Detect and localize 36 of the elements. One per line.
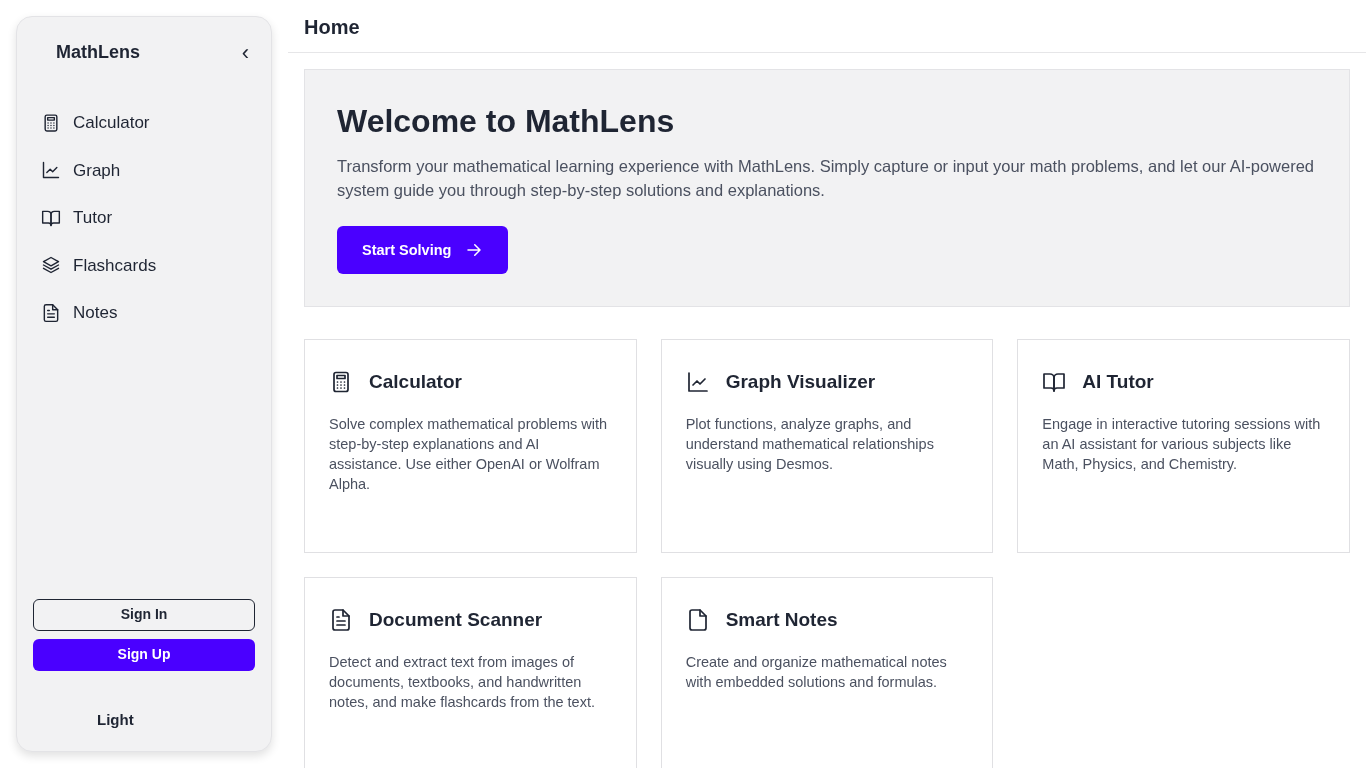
card-description: Engage in interactive tutoring sessions with an AI assistant for various subjects like Math, Physics, and Chemistry. [1042,415,1322,475]
feature-card[interactable]: AI Tutor Engage in interactive tutoring sessions with an AI assistant for various subjects like Math, Physics, and Chemistry. [1017,339,1350,554]
feature-card[interactable]: Graph Visualizer Plot functions, analyze graphs, and understand mathematical relationships visually using Desmos. [660,339,994,554]
sign-up-button[interactable]: Sign Up [33,638,255,671]
chart-icon [41,160,61,181]
sidebar-item[interactable]: Tutor [41,205,255,231]
theme-toggle[interactable]: Light [97,708,134,731]
feature-card[interactable]: Document Scanner Detect and extract text from images of documents, textbooks, and handwritten notes, and make flashcards from the text. [304,577,637,768]
collapse-button[interactable]: ‹ [235,41,255,64]
sign-in-button[interactable]: Sign In [33,598,255,631]
card-title: Graph Visualizer [725,371,876,394]
card-title: AI Tutor [1082,371,1154,394]
book-icon [1042,370,1067,395]
hero-text: Transform your mathematical learning experience with MathLens. Simply capture or input your math problems, and let our AI-powered system guide you through step-by-step solutions and explanations. [337,156,1316,202]
sidebar-item[interactable]: Notes [41,300,255,326]
card-title: Document Scanner [369,609,543,632]
brand-title: MathLens [56,41,140,64]
feature-card[interactable]: Calculator Solve complex mathematical problems with step-by-step explanations and AI assistance. Use either OpenAI or Wolfram Alpha. [304,339,637,554]
page-title: Home [288,0,1366,53]
card-title: Calculator [369,371,462,394]
card-description: Plot functions, analyze graphs, and understand mathematical relationships visually using Desmos. [685,415,935,475]
feature-card[interactable]: Smart Notes Create and organize mathematical notes with embedded solutions and formulas. [660,577,994,768]
chart-icon [685,370,710,395]
card-description: Solve complex mathematical problems with step-by-step explanations and AI assistance. Use either OpenAI or Wolfram Alpha. [329,415,609,495]
document-icon [41,302,61,323]
layers-icon [41,255,61,276]
sidebar-item[interactable]: Graph [41,157,255,183]
card-description: Create and organize mathematical notes with embedded solutions and formulas. [685,653,948,693]
card-description: Detect and extract text from images of documents, textbooks, and handwritten notes, and make flashcards from the text. [329,653,596,713]
sidebar-item[interactable]: Flashcards [41,252,255,278]
calculator-icon [41,112,61,133]
document-icon [329,608,353,633]
start-solving-button[interactable]: Start Solving [337,226,509,275]
card-title: Smart Notes [725,609,838,632]
sidebar-item[interactable]: Calculator [41,110,255,136]
hero-title: Welcome to MathLens [337,102,676,141]
